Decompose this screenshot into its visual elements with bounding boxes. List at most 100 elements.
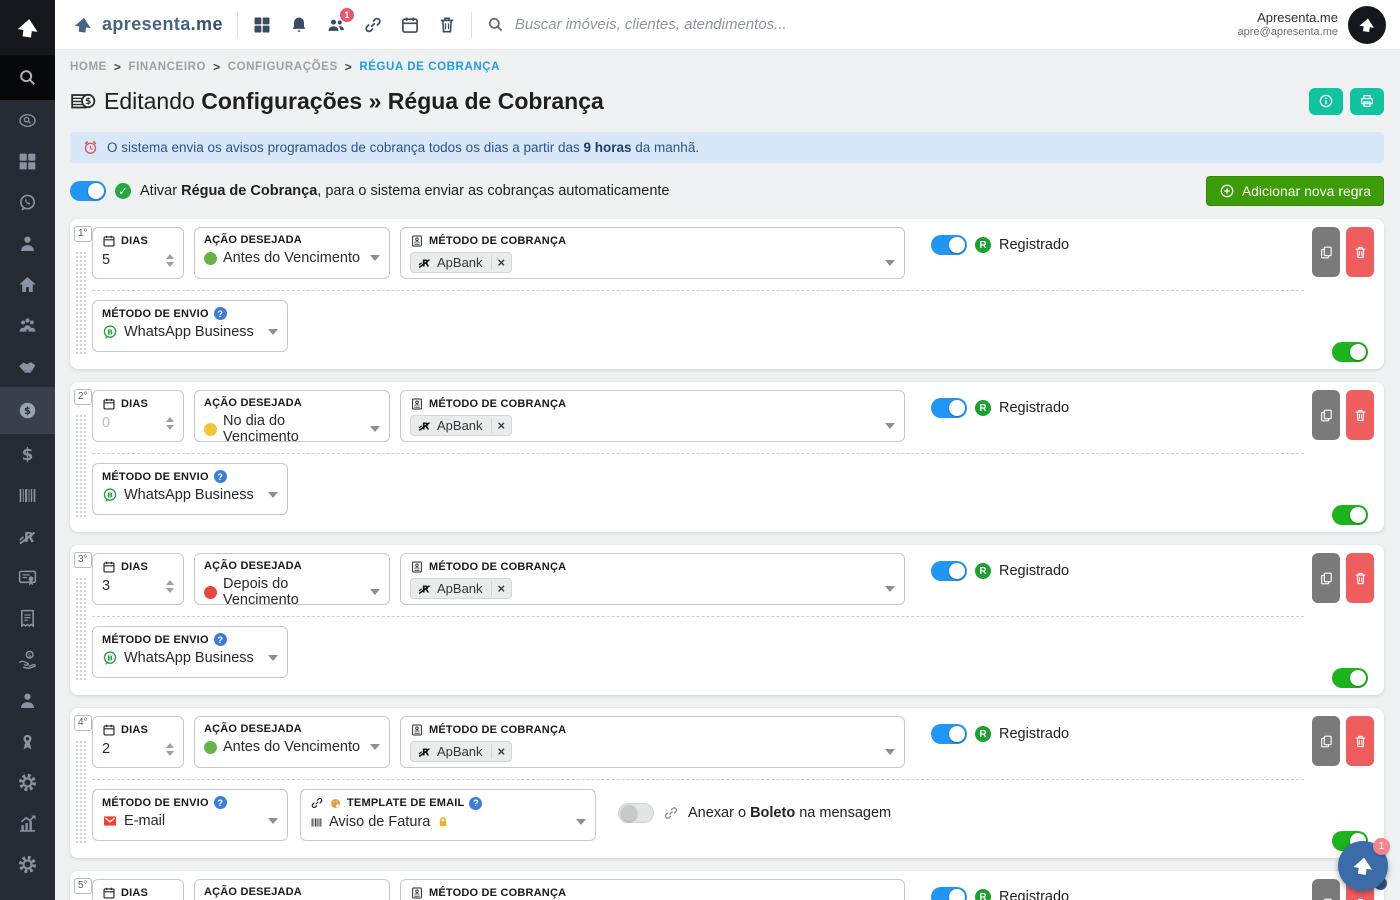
sidebar-logo[interactable] bbox=[0, 0, 55, 55]
avatar[interactable] bbox=[1348, 6, 1386, 44]
remove-tag-icon[interactable]: × bbox=[491, 255, 506, 270]
action-select[interactable]: AÇÃO DESEJADA bbox=[194, 879, 390, 900]
toolbar-calendar-button[interactable] bbox=[400, 15, 420, 35]
help-icon[interactable]: ? bbox=[214, 470, 227, 483]
registered-toggle[interactable] bbox=[931, 887, 967, 900]
send-method-select[interactable]: MÉTODO DE ENVIO ? WhatsApp Business bbox=[92, 626, 288, 678]
rule-enabled-toggle[interactable] bbox=[1332, 342, 1368, 362]
sidebar-item-person[interactable] bbox=[0, 680, 55, 721]
action-select[interactable]: AÇÃO DESEJADA No dia do Vencimento bbox=[194, 390, 390, 442]
days-value[interactable]: 3 bbox=[102, 578, 110, 594]
billing-method-select[interactable]: MÉTODO DE COBRANÇA ApBank × bbox=[400, 716, 905, 768]
chat-fab[interactable]: 1 bbox=[1338, 841, 1388, 891]
days-field[interactable]: DIAS 0 bbox=[92, 390, 184, 442]
add-rule-button[interactable]: Adicionar nova regra bbox=[1206, 176, 1384, 206]
help-icon[interactable]: ? bbox=[469, 797, 482, 810]
brand-logo[interactable]: apresenta.me bbox=[71, 13, 223, 37]
send-method-select[interactable]: MÉTODO DE ENVIO ? WhatsApp Business bbox=[92, 300, 288, 352]
master-toggle-label: Ativar Régua de Cobrança, para o sistema… bbox=[140, 183, 669, 199]
send-method-select[interactable]: MÉTODO DE ENVIO ? E-mail bbox=[92, 789, 288, 841]
rule-enabled-toggle[interactable] bbox=[1332, 505, 1368, 525]
action-select[interactable]: AÇÃO DESEJADA Antes do Vencimento bbox=[194, 716, 390, 768]
drag-handle[interactable] bbox=[75, 740, 87, 844]
action-select[interactable]: AÇÃO DESEJADA Antes do Vencimento bbox=[194, 227, 390, 279]
billing-method-select[interactable]: MÉTODO DE COBRANÇA ApBank × bbox=[400, 390, 905, 442]
toolbar-link-button[interactable] bbox=[363, 15, 383, 35]
registered-toggle[interactable] bbox=[931, 724, 967, 744]
number-stepper[interactable] bbox=[166, 743, 174, 756]
drag-handle[interactable] bbox=[75, 577, 87, 681]
sidebar-item-barcode[interactable] bbox=[0, 475, 55, 516]
action-select[interactable]: AÇÃO DESEJADA Depois do Vencimento bbox=[194, 553, 390, 605]
duplicate-rule-button[interactable] bbox=[1312, 227, 1340, 277]
sidebar-item-dollar-circle[interactable] bbox=[0, 387, 55, 434]
toolbar-users-button[interactable]: 1 bbox=[326, 15, 346, 35]
duplicate-rule-button[interactable] bbox=[1312, 553, 1340, 603]
help-icon[interactable]: ? bbox=[214, 633, 227, 646]
registered-toggle[interactable] bbox=[931, 235, 967, 255]
days-field[interactable]: DIAS 2 bbox=[92, 716, 184, 768]
attach-boleto-toggle[interactable] bbox=[618, 803, 654, 823]
rule-enabled-toggle[interactable] bbox=[1332, 668, 1368, 688]
delete-rule-button[interactable] bbox=[1346, 390, 1374, 440]
duplicate-rule-button[interactable] bbox=[1312, 716, 1340, 766]
number-stepper[interactable] bbox=[166, 417, 174, 430]
breadcrumb-item[interactable]: HOME bbox=[70, 61, 107, 73]
breadcrumb-item[interactable]: CONFIGURAÇÕES bbox=[228, 61, 338, 73]
trash-icon bbox=[1353, 245, 1368, 260]
email-template-select[interactable]: TEMPLATE DE EMAIL ? Aviso de Fatura bbox=[300, 789, 596, 841]
info-button[interactable] bbox=[1309, 88, 1343, 115]
help-icon[interactable]: ? bbox=[214, 796, 227, 809]
sidebar-item-whatsapp[interactable] bbox=[0, 182, 55, 223]
sidebar-item-gear[interactable] bbox=[0, 844, 55, 885]
sidebar-item-home[interactable] bbox=[0, 264, 55, 305]
help-icon[interactable]: ? bbox=[214, 307, 227, 320]
billing-method-select[interactable]: MÉTODO DE COBRANÇA ApBank × bbox=[400, 227, 905, 279]
delete-rule-button[interactable] bbox=[1346, 553, 1374, 603]
drag-handle[interactable] bbox=[75, 251, 87, 355]
toolbar-bell-button[interactable] bbox=[289, 15, 309, 35]
delete-rule-button[interactable] bbox=[1346, 716, 1374, 766]
sidebar-item-receipt[interactable] bbox=[0, 598, 55, 639]
duplicate-rule-button[interactable] bbox=[1312, 390, 1340, 440]
sidebar-item-certificate[interactable] bbox=[0, 557, 55, 598]
delete-rule-button[interactable] bbox=[1346, 227, 1374, 277]
print-button[interactable] bbox=[1350, 88, 1384, 115]
remove-tag-icon[interactable]: × bbox=[491, 744, 506, 759]
duplicate-rule-button[interactable] bbox=[1312, 879, 1340, 900]
breadcrumb-item[interactable]: FINANCEIRO bbox=[129, 61, 207, 73]
remove-tag-icon[interactable]: × bbox=[491, 418, 506, 433]
remove-tag-icon[interactable]: × bbox=[491, 581, 506, 596]
days-value[interactable]: 2 bbox=[102, 741, 110, 757]
sidebar-item-rlogo[interactable] bbox=[0, 516, 55, 557]
days-field[interactable]: DIAS 5 bbox=[92, 227, 184, 279]
registered-toggle[interactable] bbox=[931, 561, 967, 581]
number-stepper[interactable] bbox=[166, 254, 174, 267]
days-field[interactable]: DIAS 3 bbox=[92, 553, 184, 605]
master-enable-toggle[interactable] bbox=[70, 181, 106, 201]
sidebar-item-search[interactable] bbox=[0, 55, 55, 100]
sidebar-item-chart[interactable] bbox=[0, 803, 55, 844]
toolbar-trash-button[interactable] bbox=[437, 15, 457, 35]
sidebar-item-award[interactable] bbox=[0, 721, 55, 762]
days-value[interactable]: 5 bbox=[102, 252, 110, 268]
billing-method-select[interactable]: MÉTODO DE COBRANÇA ApBank × bbox=[400, 553, 905, 605]
sidebar-item-dollar[interactable] bbox=[0, 434, 55, 475]
sidebar-item-handshake[interactable] bbox=[0, 346, 55, 387]
breadcrumb-item[interactable]: RÉGUA DE COBRANÇA bbox=[359, 61, 500, 73]
days-field[interactable]: DIAS bbox=[92, 879, 184, 900]
sidebar-item-grid[interactable] bbox=[0, 141, 55, 182]
days-value[interactable]: 0 bbox=[102, 415, 110, 431]
toolbar-grid-button[interactable] bbox=[252, 15, 272, 35]
billing-method-select[interactable]: MÉTODO DE COBRANÇA ApBank × bbox=[400, 879, 905, 900]
number-stepper[interactable] bbox=[166, 580, 174, 593]
registered-toggle[interactable] bbox=[931, 398, 967, 418]
sidebar-item-person[interactable] bbox=[0, 223, 55, 264]
drag-handle[interactable] bbox=[75, 414, 87, 518]
send-method-select[interactable]: MÉTODO DE ENVIO ? WhatsApp Business bbox=[92, 463, 288, 515]
sidebar-item-handcoin[interactable] bbox=[0, 639, 55, 680]
sidebar-item-people[interactable] bbox=[0, 305, 55, 346]
sidebar-item-gear[interactable] bbox=[0, 762, 55, 803]
sidebar-item-oval-search[interactable] bbox=[0, 100, 55, 141]
search-input[interactable] bbox=[515, 16, 935, 33]
